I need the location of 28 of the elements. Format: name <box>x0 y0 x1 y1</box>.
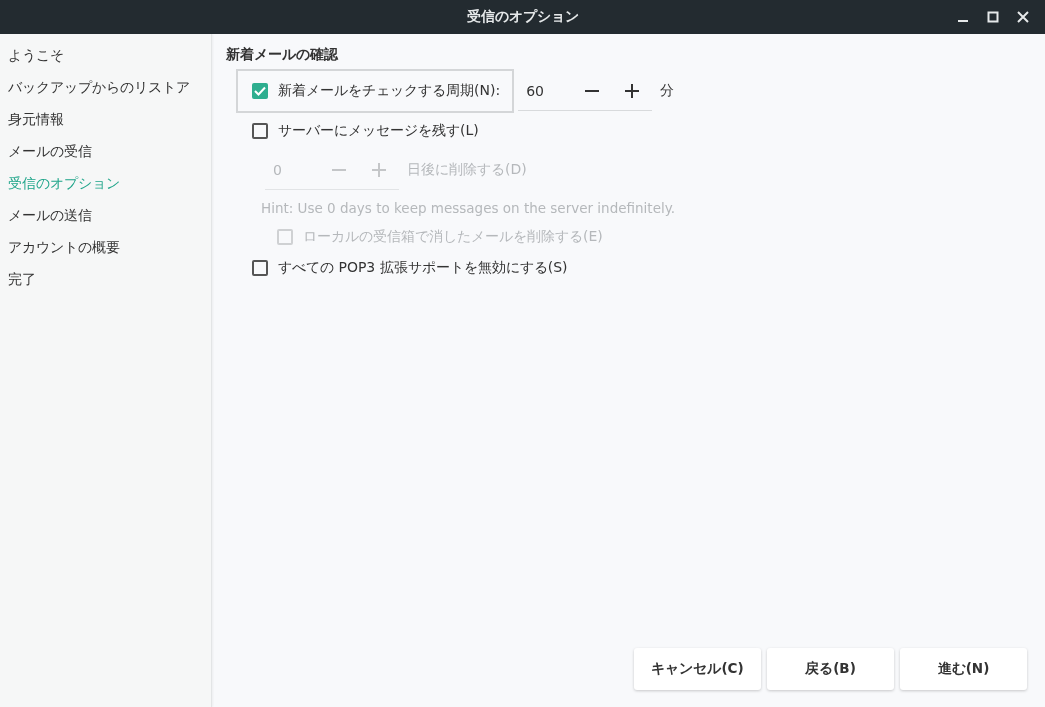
maximize-icon <box>987 11 999 23</box>
sidebar-item[interactable]: 完了 <box>0 264 211 296</box>
wizard-button[interactable]: 進む(N) <box>900 648 1027 690</box>
plus-icon <box>624 82 641 99</box>
spin-field[interactable]: 60 <box>518 71 653 111</box>
close-icon <box>1017 11 1029 23</box>
unit-label: 分 <box>660 82 675 100</box>
checkbox[interactable]: サーバーにメッセージを残す(L) <box>252 121 479 140</box>
spin-value: 0 <box>273 161 283 178</box>
plus-icon <box>371 161 387 178</box>
wizard-button[interactable]: 戻る(B) <box>767 648 894 690</box>
spin-value: 60 <box>526 82 545 99</box>
hint-text: Hint: Use 0 days to keep messages on the server indefinitely. <box>260 199 677 218</box>
window-title: 受信のオプション <box>466 8 579 26</box>
checkmark-icon <box>254 86 266 96</box>
sidebar-item[interactable]: メールの送信 <box>0 200 211 232</box>
sidebar-item[interactable]: バックアップからのリストア <box>0 72 211 104</box>
sidebar-item[interactable]: ようこそ <box>0 40 211 72</box>
sidebar-item[interactable]: メールの受信 <box>0 136 211 168</box>
days-label: 日後に削除する(D) <box>407 161 527 179</box>
minus-icon <box>585 89 600 92</box>
section-title: 新着メールの確認 <box>226 46 339 64</box>
sidebar-item[interactable]: アカウントの概要 <box>0 232 211 264</box>
sidebar-item[interactable]: 身元情報 <box>0 104 211 136</box>
wizard-button[interactable]: キャンセル(C) <box>634 648 761 690</box>
minimize-icon <box>958 20 968 22</box>
minus-icon <box>332 168 346 171</box>
checkbox[interactable]: すべての POP3 拡張サポートを無効にする(S) <box>252 258 568 277</box>
